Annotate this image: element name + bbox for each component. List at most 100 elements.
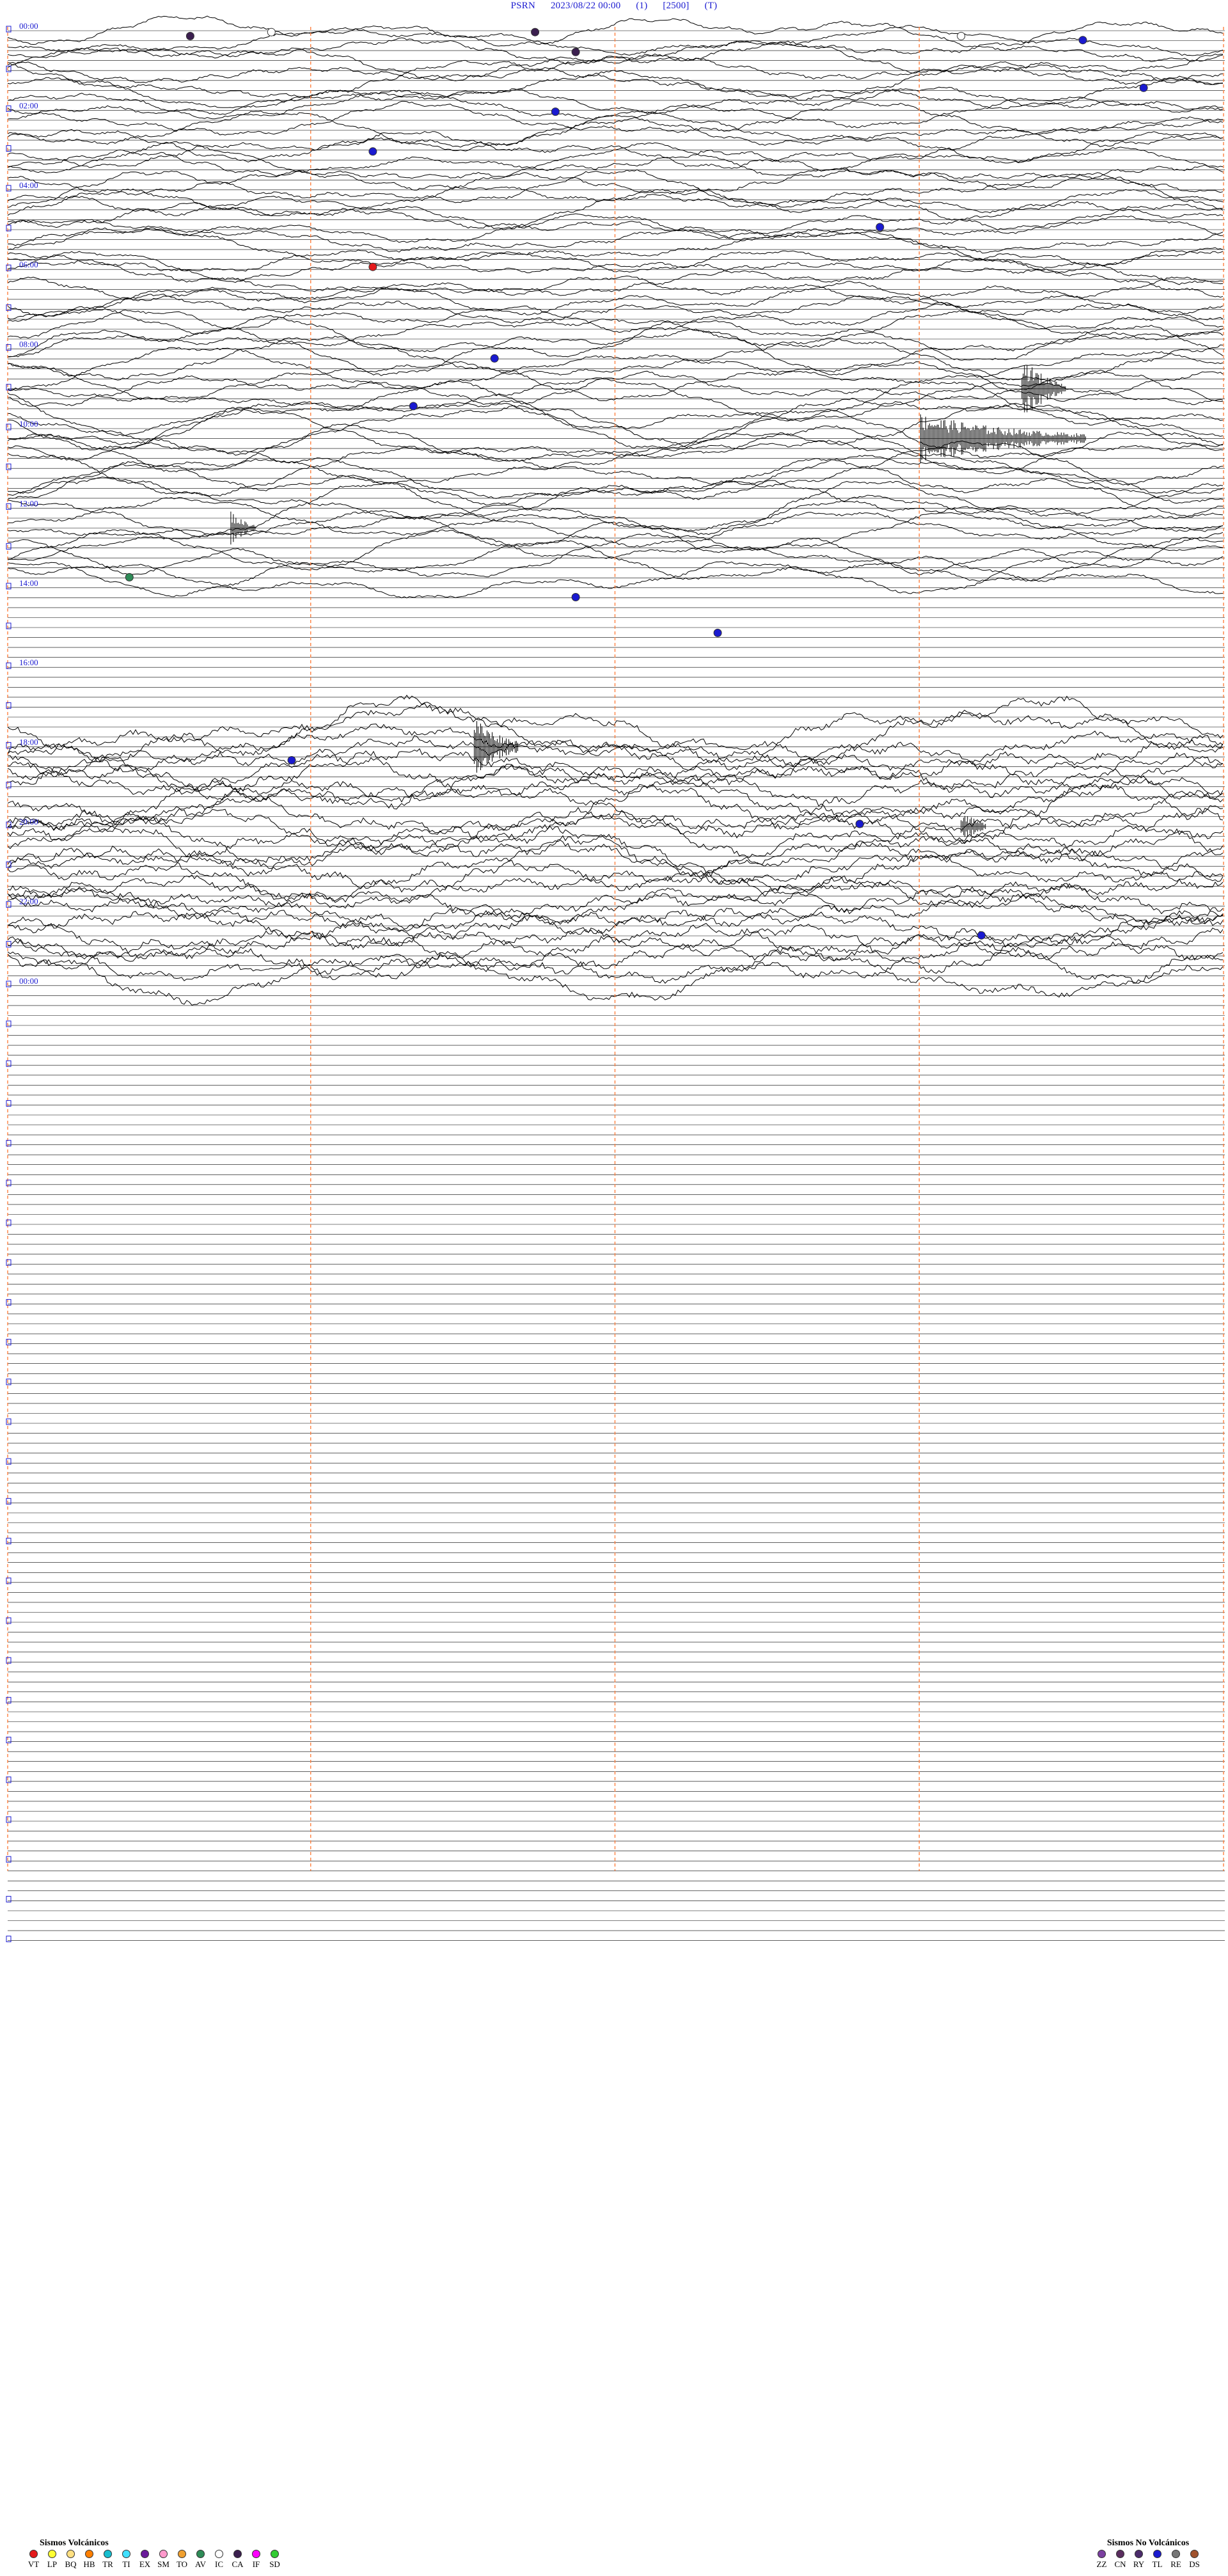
event-dot [1139,83,1148,92]
legend-dot-icon [196,2550,205,2558]
legend-label: TR [102,2559,113,2569]
event-dot [368,262,377,271]
row-marker [6,1259,12,1266]
legend-dot-icon [1153,2550,1161,2558]
legend-dot-icon [215,2550,223,2558]
row-marker [6,1100,12,1107]
row-marker [6,1497,12,1505]
hour-label: 20:00 [19,817,38,826]
row-marker [6,1180,12,1187]
legend-label: DS [1189,2559,1200,2569]
row-marker [6,1577,12,1584]
hour-label: 12:00 [19,498,38,508]
event-dot [125,573,134,581]
minute-markers [7,27,1224,1871]
legend-item: DS [1185,2550,1204,2570]
row-marker [6,543,12,550]
row-marker [6,1936,12,1943]
trace-layer [7,15,1225,1941]
event-dot [977,931,986,940]
legend-item: SM [154,2550,173,2570]
legend-label: AV [194,2559,207,2569]
legend-nonvolcanic-title: Sismos No Volcánicos [1106,2538,1190,2548]
legend-dot-icon [67,2550,75,2558]
row-marker [6,1538,12,1545]
legend-label: HB [83,2559,95,2569]
legend-label: BQ [65,2559,77,2569]
row-marker [6,702,12,709]
event-markers [125,28,1148,940]
legend-label: SD [269,2559,280,2569]
legend-dot-icon [85,2550,93,2558]
legend-item: VT [24,2550,43,2570]
legend-label: ZZ [1096,2559,1107,2569]
legend-label: CA [232,2559,244,2569]
hour-label: 10:00 [19,419,38,429]
legend-dot-icon [1116,2550,1124,2558]
row-marker [6,1140,12,1147]
legend-item: TO [173,2550,191,2570]
hour-label: 02:00 [19,100,38,110]
legend-dot-icon [271,2550,279,2558]
row-marker [6,503,12,510]
event-dot [855,819,864,828]
legend-dot-icon [48,2550,56,2558]
legend-dot-icon [1190,2550,1199,2558]
legend-item: LP [43,2550,61,2570]
event-dot [185,31,194,40]
row-marker [6,941,12,948]
legend-dot-icon [104,2550,112,2558]
legend-item: RE [1167,2550,1185,2570]
row-marker [6,145,12,152]
legend-label: IF [252,2559,260,2569]
event-dot [490,354,499,363]
legend-label: TO [176,2559,188,2569]
hour-label: 22:00 [19,896,38,906]
legend-label: RY [1133,2559,1145,2569]
event-dot [531,28,540,36]
legend-dot-icon [159,2550,168,2558]
legend-dot-icon [122,2550,130,2558]
row-marker [6,225,12,232]
legend-item: TL [1148,2550,1167,2570]
row-marker [6,463,12,470]
event-dot [287,756,296,764]
row-marker [6,1020,12,1027]
legend-label: VT [28,2559,40,2569]
row-marker [6,1418,12,1425]
row-marker [6,1895,12,1902]
legend-item: IF [247,2550,265,2570]
legend-volcanic-title: Sismos Volcánicos [40,2538,109,2548]
legend-dot-icon [252,2550,260,2558]
row-marker [6,742,12,749]
hour-label: 06:00 [19,260,38,269]
hour-label: 16:00 [19,658,38,667]
legend-label: CN [1114,2559,1126,2569]
legend-nonvolcanic-items: ZZ CN RY TL RE DS [1092,2550,1204,2570]
row-marker [6,1060,12,1067]
row-marker [6,1458,12,1465]
legend-item: EX [136,2550,154,2570]
legend-label: IC [215,2559,223,2569]
row-marker [6,304,12,311]
event-dot [551,107,560,116]
row-marker [6,1379,12,1386]
legend-label: TI [122,2559,130,2569]
legend-item: TR [98,2550,117,2570]
row-marker [6,1856,12,1863]
event-dot [571,593,580,601]
row-marker [6,1617,12,1624]
legend-dot-icon [1135,2550,1143,2558]
legend-item: ZZ [1092,2550,1111,2570]
legend-item: AV [191,2550,210,2570]
row-marker [6,344,12,351]
helicorder-plot: 00:00 02:00 04:00 06:00 08:00 10:00 12:00 14:00… [6,15,1225,1943]
hour-label: 18:00 [19,738,38,747]
hour-label: 14:00 [19,578,38,588]
row-marker [6,1816,12,1823]
hour-label: 04:00 [19,180,38,190]
legend-item: IC [210,2550,228,2570]
legend-item: TI [117,2550,136,2570]
event-dot [713,628,722,637]
legend-label: EX [139,2559,151,2569]
